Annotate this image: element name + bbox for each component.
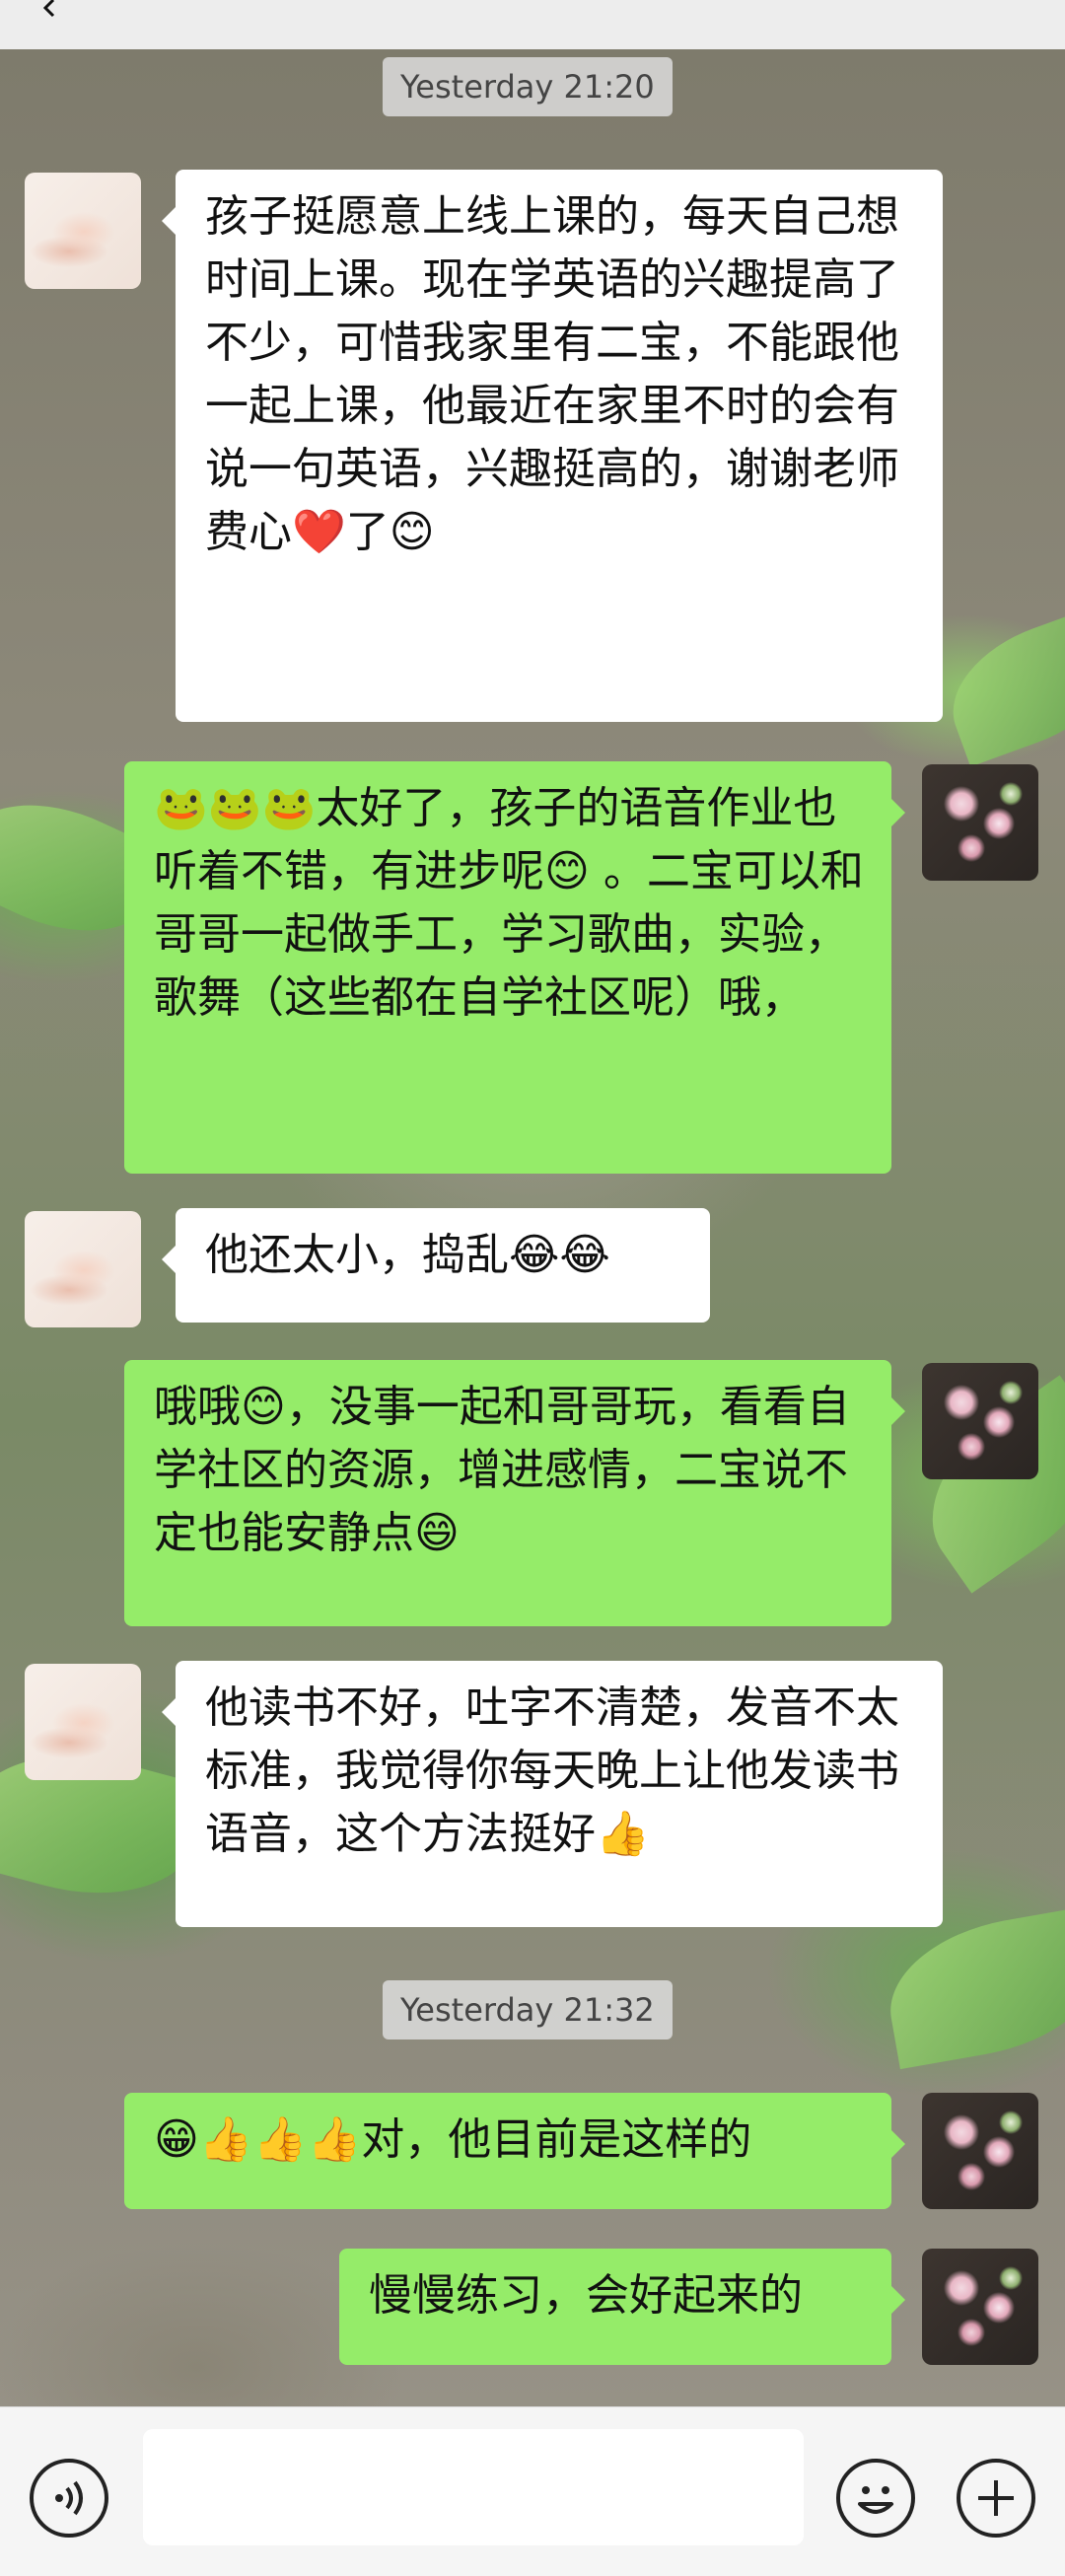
message-bubble-sent[interactable]: 🐸🐸🐸太好了，孩子的语音作业也听着不错，有进步呢😊 。二宝可以和哥哥一起做手工，… xyxy=(124,761,905,1174)
message-bubble-sent[interactable]: 慢慢练习，会好起来的 xyxy=(339,2249,905,2365)
message-bubble-received[interactable]: 孩子挺愿意上线上课的，每天自己想时间上课。现在学英语的兴趣提高了不少，可惜我家里… xyxy=(162,170,943,722)
timestamp-label: Yesterday 21:20 xyxy=(383,57,673,116)
message-input[interactable] xyxy=(143,2429,804,2545)
my-avatar[interactable] xyxy=(922,764,1038,881)
smiley-icon xyxy=(858,2486,893,2514)
contact-avatar[interactable] xyxy=(25,173,141,289)
contact-avatar[interactable] xyxy=(25,1664,141,1780)
message-bubble-received[interactable]: 他还太小，捣乱😂😂 xyxy=(162,1208,710,1323)
timestamp-label: Yesterday 21:32 xyxy=(383,1980,673,2039)
chat-input-bar xyxy=(0,2406,1065,2576)
my-avatar[interactable] xyxy=(922,1363,1038,1479)
voice-wave-icon xyxy=(55,2480,83,2516)
my-avatar[interactable] xyxy=(922,2093,1038,2209)
message-bubble-sent[interactable]: 😁👍👍👍对，他目前是这样的 xyxy=(124,2093,905,2209)
voice-input-button[interactable] xyxy=(30,2459,108,2538)
more-options-button[interactable] xyxy=(957,2459,1035,2538)
contact-avatar[interactable] xyxy=(25,1211,141,1327)
my-avatar[interactable] xyxy=(922,2249,1038,2365)
plus-icon xyxy=(978,2480,1014,2516)
back-arrow-icon[interactable] xyxy=(39,0,59,20)
emoji-button[interactable] xyxy=(836,2459,915,2538)
message-bubble-received[interactable]: 他读书不好，吐字不清楚，发音不太标准，我觉得你每天晚上让他发读书语音，这个方法挺… xyxy=(162,1661,943,1927)
chat-header xyxy=(0,0,1065,49)
message-bubble-sent[interactable]: 哦哦😊，没事一起和哥哥玩，看看自学社区的资源，增进感情，二宝说不定也能安静点😄 xyxy=(124,1360,905,1626)
